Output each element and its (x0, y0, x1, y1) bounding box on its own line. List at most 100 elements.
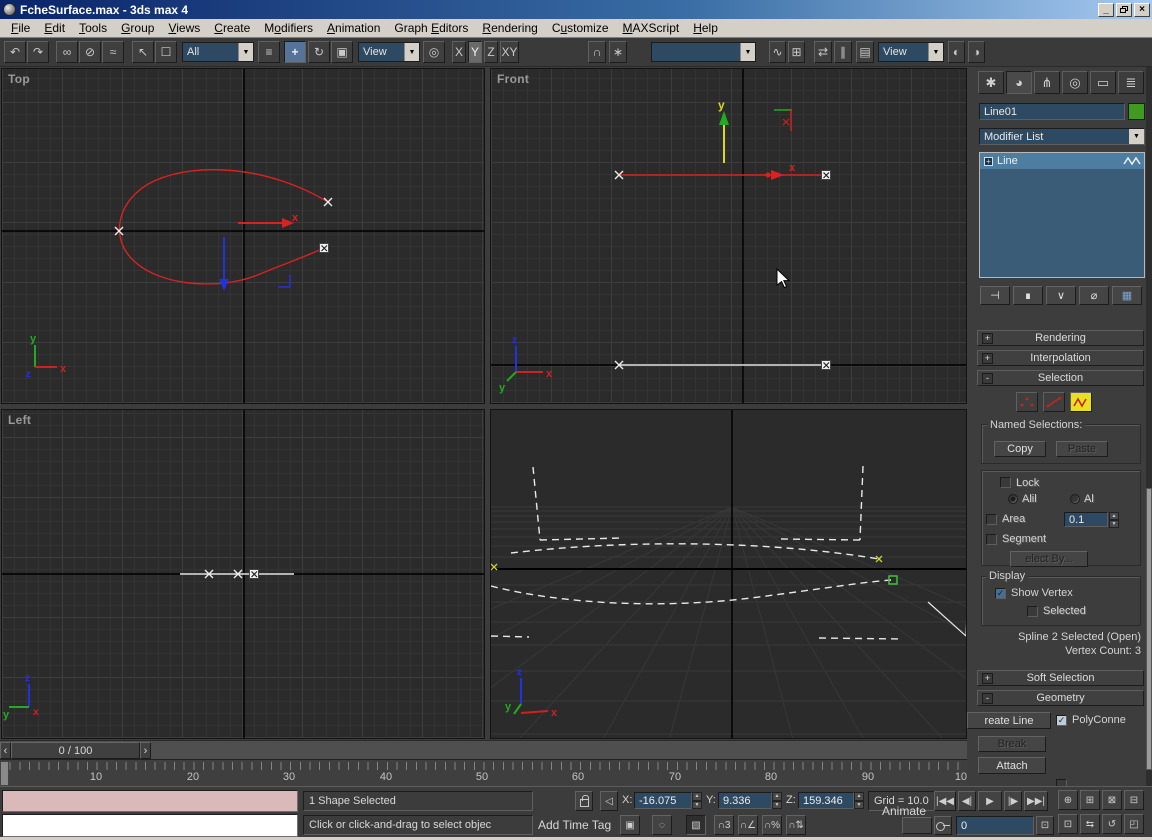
redo-button[interactable]: ↷ (27, 41, 49, 63)
arc-rotate-button[interactable]: ↺ (1102, 814, 1122, 834)
restrict-x-button[interactable]: X (452, 41, 466, 63)
maxscript-listener-macro[interactable] (2, 790, 298, 812)
remove-modifier-button[interactable]: ⌀ (1079, 286, 1109, 305)
x-coordinate-field[interactable]: -16.075 (634, 792, 692, 809)
add-time-tag[interactable]: Add Time Tag (538, 818, 611, 832)
tab-create[interactable]: ✱ (978, 71, 1004, 94)
goto-start-button[interactable]: |◀◀ (934, 791, 956, 811)
goto-end-button[interactable]: ▶▶| (1024, 791, 1048, 811)
rollout-soft-selection[interactable]: + Soft Selection (977, 670, 1144, 686)
zoom-button[interactable]: ⊕ (1058, 790, 1078, 810)
segment-end-checkbox[interactable] (986, 534, 997, 545)
key-mode-toggle[interactable] (934, 816, 952, 835)
array-button[interactable]: ▤ (856, 41, 874, 63)
y-spinner[interactable]: ▲ ▼ (772, 792, 782, 809)
pan-button[interactable]: ⇆ (1080, 814, 1100, 834)
show-end-result-button[interactable]: ∎ (1013, 286, 1043, 305)
viewport-front[interactable]: Front x y z x y (490, 68, 967, 404)
modifier-list-dropdown[interactable]: Modifier List ▼ (979, 128, 1145, 145)
previous-frame-button[interactable]: ◀| (958, 791, 976, 811)
select-and-rotate-button[interactable]: ↻ (308, 41, 330, 63)
spinner-snap-toggle[interactable]: ∩⇅ (786, 815, 806, 835)
dropdown-arrow-icon[interactable]: ▼ (1129, 129, 1144, 144)
zoom-extents-button[interactable]: ⊠ (1102, 790, 1122, 810)
schematic-view-button[interactable]: ⊞ (788, 41, 805, 63)
z-spinner[interactable]: ▲ ▼ (854, 792, 864, 809)
select-object-button[interactable]: ↖ (132, 41, 154, 63)
snap-toggle-button[interactable]: ∩ (588, 41, 606, 63)
object-color-swatch[interactable] (1128, 103, 1145, 120)
tab-hierarchy[interactable]: ⋔ (1034, 71, 1060, 94)
time-configuration-button[interactable]: ⊡ (1036, 816, 1054, 835)
attach-button[interactable]: Attach (978, 757, 1046, 774)
min-max-toggle-button[interactable]: ◰ (1124, 814, 1144, 834)
menu-modifiers[interactable]: Modifiers (257, 19, 320, 37)
menu-tools[interactable]: Tools (72, 19, 114, 37)
rollout-selection[interactable]: - Selection (977, 370, 1144, 386)
menu-group[interactable]: Group (114, 19, 161, 37)
alike-radio[interactable] (1008, 494, 1018, 504)
panel-scrollbar[interactable] (1146, 67, 1152, 786)
current-frame-field[interactable]: 0 (956, 816, 1034, 835)
all-radio[interactable] (1070, 494, 1080, 504)
spin-up-icon[interactable]: ▲ (854, 792, 864, 801)
play-button[interactable]: ▶ (978, 791, 1002, 811)
mirror-button[interactable]: ⇄ (814, 41, 832, 63)
polyconnect-checkbox[interactable]: ✓ (1056, 715, 1067, 726)
area-selection-checkbox[interactable] (986, 514, 997, 525)
maxscript-listener-script[interactable] (2, 814, 298, 837)
selection-region-button[interactable]: ☐ (155, 41, 177, 63)
degradation-override-toggle[interactable]: ▣ (620, 815, 640, 835)
spin-down-icon[interactable]: ▼ (854, 800, 864, 809)
modifier-stack[interactable]: + Line (979, 152, 1145, 278)
tab-modify[interactable]: ◕ (1006, 71, 1032, 94)
stack-item-line[interactable]: + Line (980, 153, 1144, 169)
zoom-all-button[interactable]: ⊞ (1080, 790, 1100, 810)
select-by-name-button[interactable]: ≡ (258, 41, 280, 63)
first-vertex-marker[interactable] (821, 170, 831, 370)
percent-snap-toggle[interactable]: ∩% (762, 815, 782, 835)
viewport-top[interactable]: Top x y x z (1, 68, 485, 404)
x-spinner[interactable]: ▲ ▼ (692, 792, 702, 809)
tab-motion[interactable]: ◎ (1062, 71, 1088, 94)
spin-down-icon[interactable]: ▼ (692, 800, 702, 809)
select-by-button[interactable]: elect By... (1010, 551, 1088, 567)
undo-button[interactable]: ↶ (4, 41, 26, 63)
dropdown-arrow-icon[interactable]: ▼ (238, 43, 253, 61)
panel-scrollbar-thumb[interactable] (1146, 488, 1152, 770)
subobject-vertex-button[interactable] (1016, 392, 1038, 412)
track-view-button[interactable]: ∿ (769, 41, 786, 63)
object-name-field[interactable]: Line01 (979, 103, 1125, 120)
viewport-left[interactable]: Left z y x (1, 409, 485, 739)
show-vertex-checkbox[interactable]: ✓ (995, 588, 1006, 599)
menu-help[interactable]: Help (686, 19, 725, 37)
gizmo-x-axis[interactable] (765, 170, 785, 180)
select-and-link-button[interactable]: ∞ (56, 41, 78, 63)
vertex-marker[interactable] (114, 197, 333, 236)
select-and-manipulate-button[interactable]: ∗ (609, 41, 627, 63)
quick-render-button[interactable]: ◐ (948, 41, 965, 63)
menu-file[interactable]: File (4, 19, 37, 37)
spin-up-icon[interactable]: ▲ (772, 792, 782, 801)
area-threshold-field[interactable]: 0.1 (1064, 512, 1108, 527)
selection-lock-toggle[interactable] (575, 791, 593, 811)
copy-button[interactable]: Copy (994, 441, 1046, 457)
menu-rendering[interactable]: Rendering (475, 19, 544, 37)
rollout-interpolation[interactable]: + Interpolation (977, 350, 1144, 366)
expand-icon[interactable]: + (984, 156, 993, 166)
paste-button[interactable]: Paste (1056, 441, 1108, 457)
restrict-z-button[interactable]: Z (484, 41, 498, 63)
configure-modifier-sets-button[interactable]: ▦ (1112, 286, 1142, 305)
dropdown-arrow-icon[interactable]: ▼ (740, 43, 755, 61)
spin-down-icon[interactable]: ▼ (1109, 520, 1119, 528)
named-selection-sets-dropdown[interactable]: ▼ (651, 42, 756, 62)
unlink-selection-button[interactable]: ⊘ (79, 41, 101, 63)
menu-graph-editors[interactable]: Graph Editors (387, 19, 475, 37)
bind-to-spacewarp-button[interactable]: ≈ (102, 41, 124, 63)
snap-region-toggle[interactable]: ◌ (652, 815, 672, 835)
time-slider-prev-button[interactable]: ‹ (0, 742, 11, 759)
menu-customize[interactable]: Customize (545, 19, 616, 37)
track-bar[interactable]: 10 20 30 40 50 60 70 80 90 100 (0, 759, 967, 786)
align-button[interactable]: ∥ (834, 41, 852, 63)
area-threshold-spinner[interactable]: ▲ ▼ (1109, 512, 1119, 528)
